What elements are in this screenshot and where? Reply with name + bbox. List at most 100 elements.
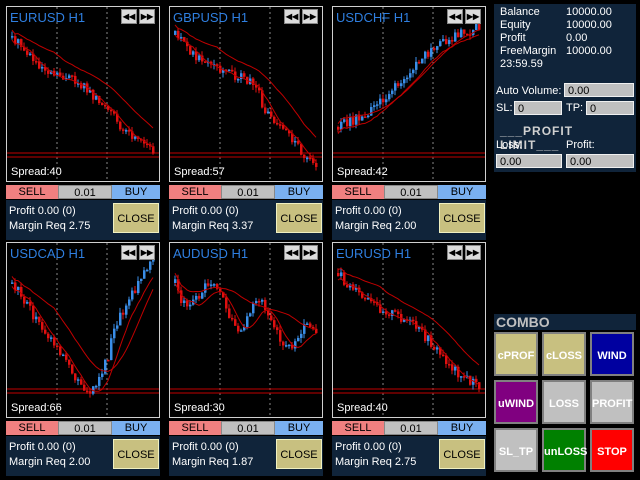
candle-body — [412, 69, 415, 74]
symbol-label: USDCAD H1 — [10, 246, 86, 261]
candle-body — [337, 273, 340, 276]
fast-forward-icon[interactable]: ▶▶ — [302, 9, 318, 24]
buy-button[interactable]: BUY — [275, 185, 323, 199]
candle-body — [261, 299, 264, 302]
loss-limit-input[interactable]: 0.00 — [496, 154, 562, 168]
candle-body — [460, 29, 463, 38]
buy-button[interactable]: BUY — [112, 185, 160, 199]
tp-input[interactable]: 0 — [586, 101, 634, 115]
candle-body — [285, 128, 288, 131]
price-chart[interactable]: USDCHF H1 ◀◀ ▶▶ Spread:42 — [332, 6, 486, 182]
position-info: Profit 0.00 (0) Margin Req 2.00 CLOSE — [332, 200, 486, 240]
spread-label: Spread:66 — [11, 402, 62, 414]
close-button[interactable]: CLOSE — [113, 203, 159, 233]
candle-body — [195, 295, 198, 300]
server-time: 23:59.59 — [500, 58, 543, 70]
chart-panel-1: EURUSD H1 ◀◀ ▶▶ Spread:40 SELL 0.01 BUY P… — [6, 6, 160, 240]
price-chart[interactable]: AUDUSD H1 ◀◀ ▶▶ Spread:30 — [169, 242, 323, 418]
uwind-button[interactable]: uWIND — [494, 380, 538, 424]
price-chart[interactable]: EURUSD H1 ◀◀ ▶▶ Spread:40 — [6, 6, 160, 182]
sell-button[interactable]: SELL — [169, 421, 221, 435]
equity-label: Equity — [500, 19, 531, 31]
close-button[interactable]: CLOSE — [439, 439, 485, 469]
price-chart[interactable]: GBPUSD H1 ◀◀ ▶▶ Spread:57 — [169, 6, 323, 182]
profit-button[interactable]: PROFIT — [590, 380, 634, 424]
candle-body — [122, 312, 125, 315]
cprof-button[interactable]: cPROF — [494, 332, 538, 376]
candle-body — [47, 70, 50, 74]
lot-size-input[interactable]: 0.01 — [384, 421, 438, 435]
candle-body — [297, 140, 300, 144]
candle-body — [264, 107, 267, 114]
lot-size-input[interactable]: 0.01 — [58, 185, 112, 199]
candle-body — [343, 119, 346, 122]
chart-canvas — [333, 7, 485, 181]
candle-body — [192, 51, 195, 55]
candle-body — [228, 308, 231, 318]
sl-input[interactable]: 0 — [514, 101, 562, 115]
sl-tp-button[interactable]: SL_TP — [494, 428, 538, 472]
candle-body — [68, 75, 71, 78]
sell-button[interactable]: SELL — [6, 185, 58, 199]
price-chart[interactable]: EURUSD H1 ◀◀ ▶▶ Spread:40 — [332, 242, 486, 418]
candle-body — [403, 79, 406, 84]
chart-canvas — [7, 243, 159, 417]
fast-forward-icon[interactable]: ▶▶ — [139, 9, 155, 24]
candle-body — [240, 330, 243, 332]
fast-forward-icon[interactable]: ▶▶ — [465, 245, 481, 260]
candle-body — [282, 341, 285, 346]
rewind-icon[interactable]: ◀◀ — [121, 245, 137, 260]
rewind-icon[interactable]: ◀◀ — [121, 9, 137, 24]
buy-button[interactable]: BUY — [112, 421, 160, 435]
candle-body — [134, 136, 137, 139]
auto-volume-input[interactable]: 0.00 — [564, 83, 634, 97]
candle-body — [460, 376, 463, 378]
profit-text: Profit 0.00 (0) — [9, 441, 76, 453]
close-button[interactable]: CLOSE — [439, 203, 485, 233]
candle-body — [17, 39, 20, 44]
buy-button[interactable]: BUY — [275, 421, 323, 435]
lot-size-input[interactable]: 0.01 — [221, 185, 275, 199]
close-button[interactable]: CLOSE — [113, 439, 159, 469]
candle-body — [246, 316, 249, 327]
profit-text: Profit 0.00 (0) — [335, 441, 402, 453]
sell-button[interactable]: SELL — [332, 185, 384, 199]
fast-forward-icon[interactable]: ▶▶ — [139, 245, 155, 260]
candle-body — [297, 337, 300, 342]
combo-title: COMBO — [494, 314, 636, 330]
rewind-icon[interactable]: ◀◀ — [447, 245, 463, 260]
lot-size-input[interactable]: 0.01 — [221, 421, 275, 435]
sell-button[interactable]: SELL — [6, 421, 58, 435]
candle-body — [315, 162, 318, 167]
lot-size-input[interactable]: 0.01 — [384, 185, 438, 199]
rewind-icon[interactable]: ◀◀ — [284, 245, 300, 260]
lot-size-input[interactable]: 0.01 — [58, 421, 112, 435]
stop-button[interactable]: STOP — [590, 428, 634, 472]
chart-panel-4: USDCAD H1 ◀◀ ▶▶ Spread:66 SELL 0.01 BUY P… — [6, 242, 160, 476]
fast-forward-icon[interactable]: ▶▶ — [302, 245, 318, 260]
buy-button[interactable]: BUY — [438, 185, 486, 199]
candle-body — [95, 96, 98, 100]
chart-panel-2: GBPUSD H1 ◀◀ ▶▶ Spread:57 SELL 0.01 BUY P… — [169, 6, 323, 240]
candle-body — [397, 83, 400, 87]
loss-button[interactable]: LOSS — [542, 380, 586, 424]
buy-button[interactable]: BUY — [438, 421, 486, 435]
wind-button[interactable]: WIND — [590, 332, 634, 376]
sell-button[interactable]: SELL — [332, 421, 384, 435]
candle-body — [74, 373, 77, 381]
rewind-icon[interactable]: ◀◀ — [447, 9, 463, 24]
candle-body — [17, 286, 20, 291]
rewind-icon[interactable]: ◀◀ — [284, 9, 300, 24]
unloss-button[interactable]: unLOSS — [542, 428, 587, 472]
price-chart[interactable]: USDCAD H1 ◀◀ ▶▶ Spread:66 — [6, 242, 160, 418]
closs-button[interactable]: cLOSS — [542, 332, 586, 376]
sell-button[interactable]: SELL — [169, 185, 221, 199]
close-button[interactable]: CLOSE — [276, 439, 322, 469]
profit-limit-input[interactable]: 0.00 — [566, 154, 634, 168]
moving-average-line — [174, 282, 317, 349]
fast-forward-icon[interactable]: ▶▶ — [465, 9, 481, 24]
close-button[interactable]: CLOSE — [276, 203, 322, 233]
candle-body — [285, 345, 288, 347]
symbol-label: EURUSD H1 — [336, 246, 412, 261]
profit-text: Profit 0.00 (0) — [172, 441, 239, 453]
